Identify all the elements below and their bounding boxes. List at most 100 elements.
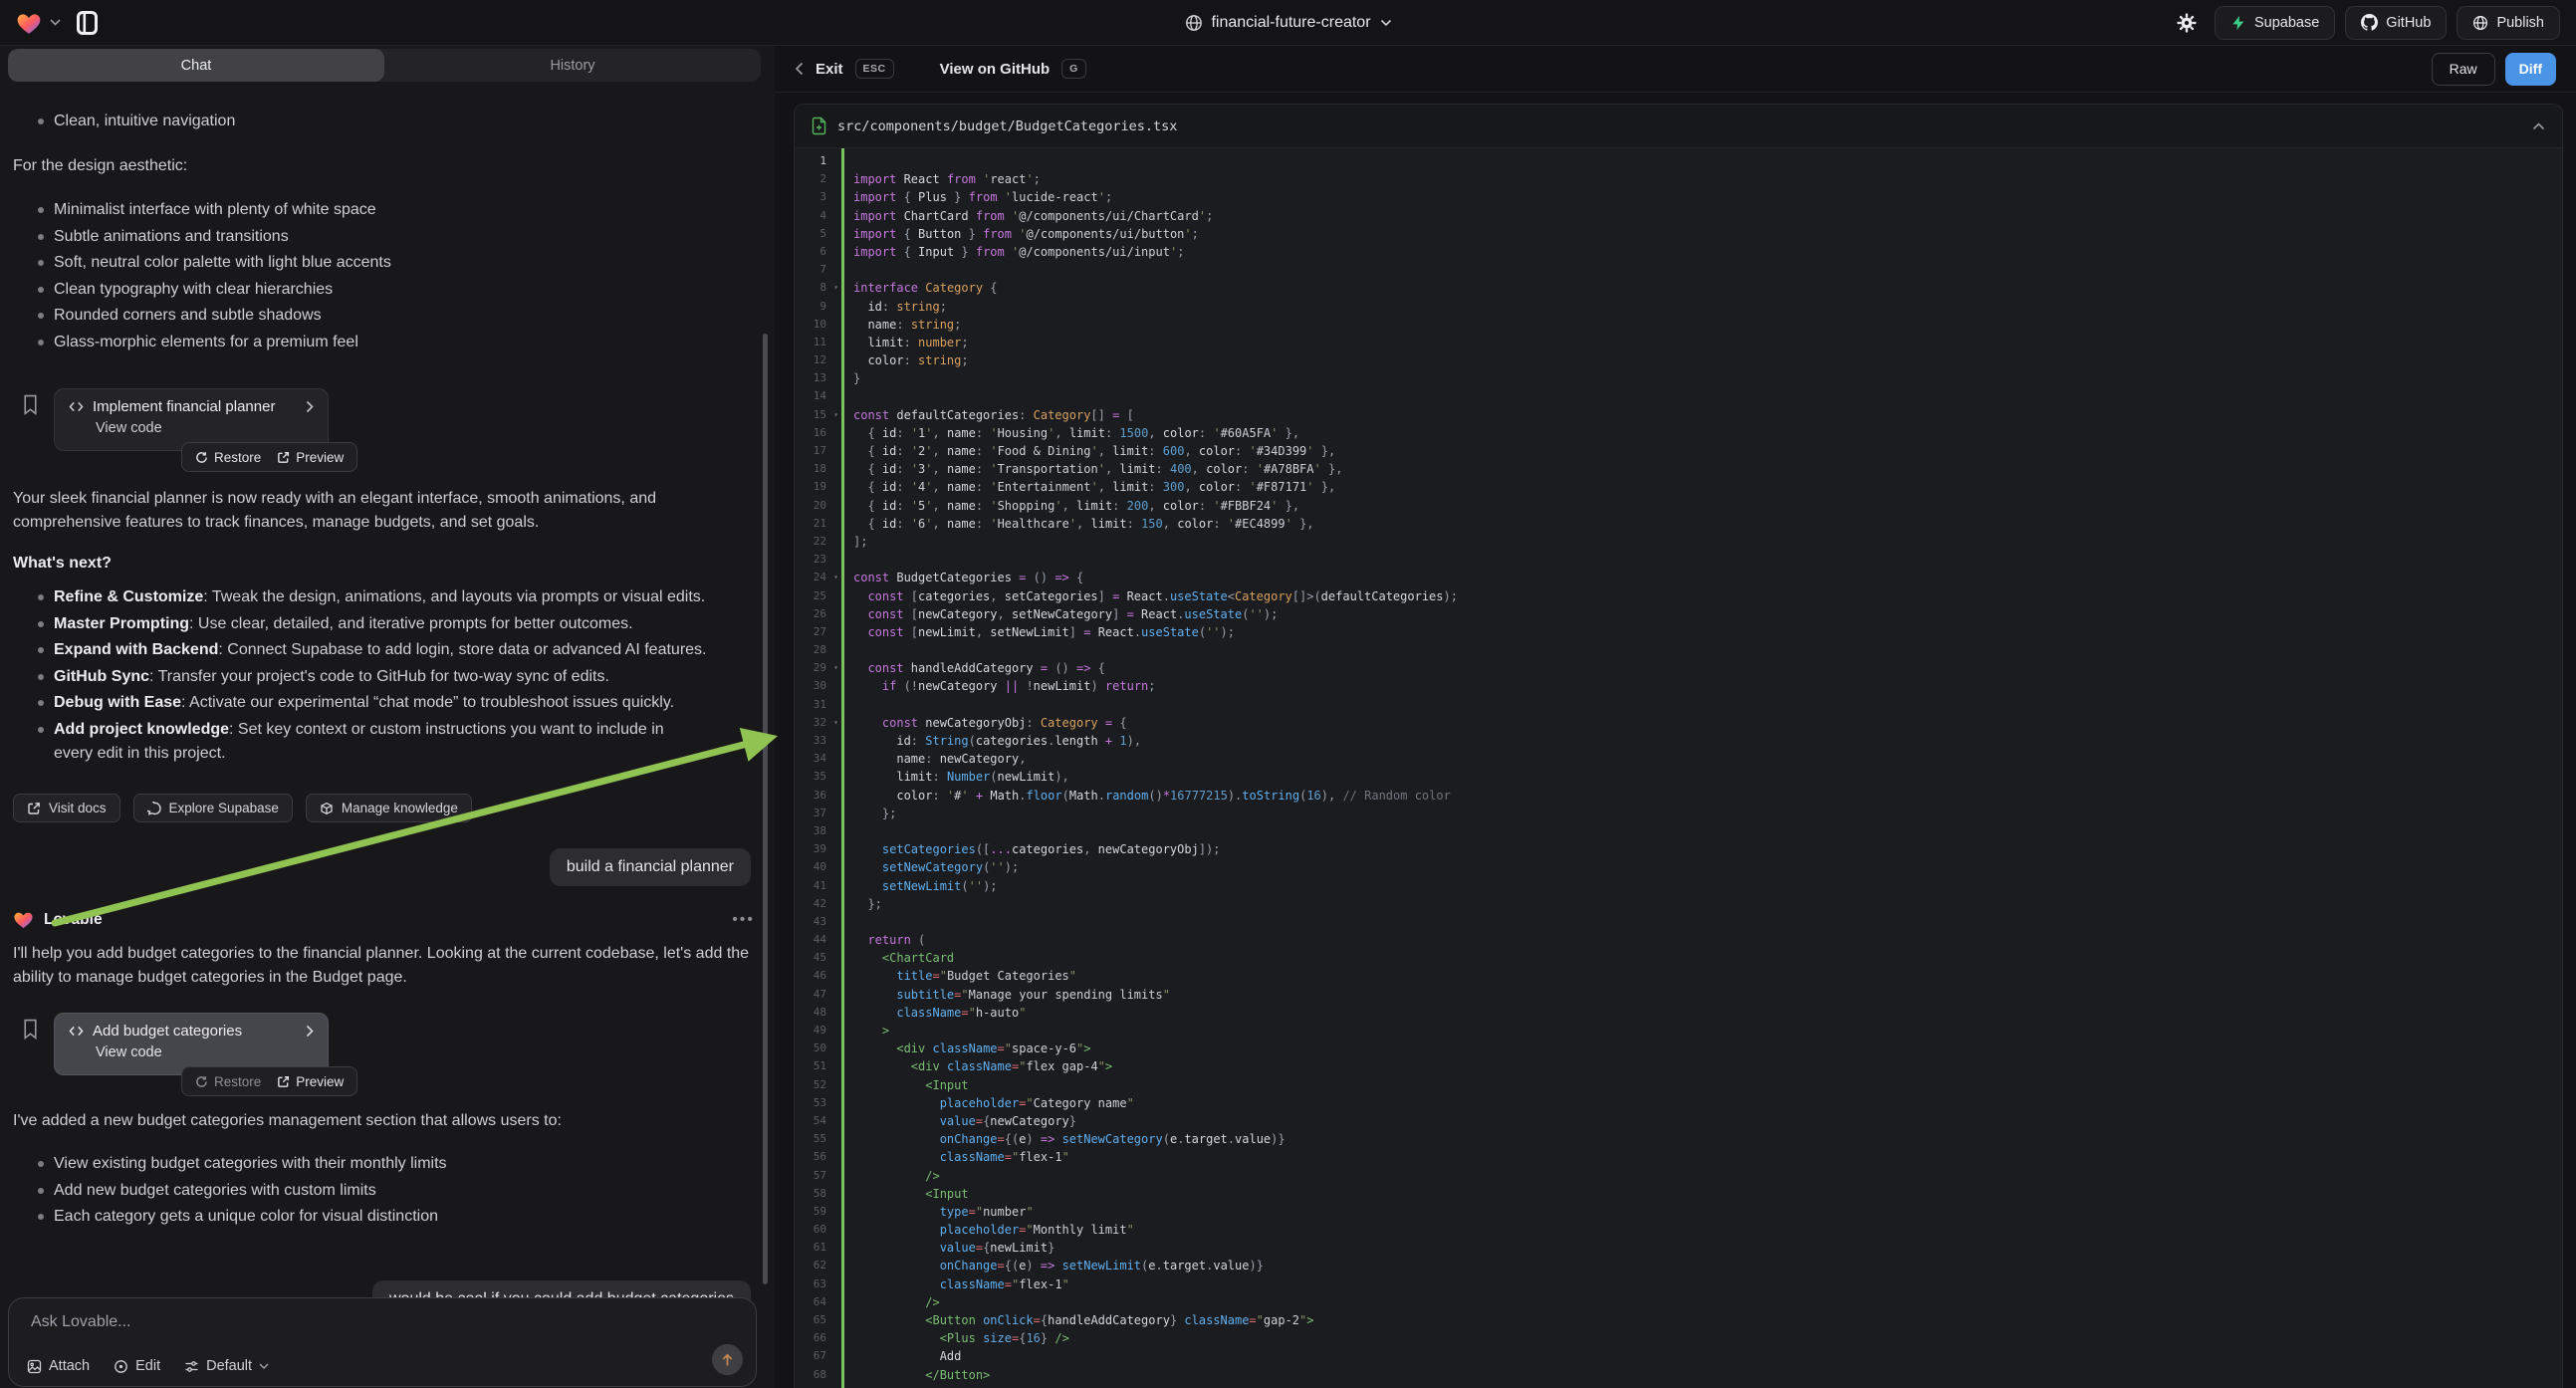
code-line: 24▾const BudgetCategories = () => { [795,569,2562,586]
send-button[interactable] [712,1344,743,1375]
code-scroll-area[interactable]: 12import React from 'react';3import { Pl… [795,148,2562,1388]
bookmark-icon[interactable] [22,1019,39,1040]
list-item: Glass-morphic elements for a premium fee… [0,331,745,354]
image-icon [27,1359,42,1374]
code-line: 22]; [795,533,2562,551]
preview-button[interactable]: Preview [277,450,344,465]
tab-history-label: History [550,58,594,74]
attach-label: Attach [49,1358,90,1374]
diff-toggle-button[interactable]: Diff [2505,53,2556,86]
publish-label: Publish [2496,15,2544,31]
chat-scrollbar[interactable] [763,334,768,1284]
panel-left-icon [77,11,98,35]
code-line: 21 { id: '6', name: 'Healthcare', limit:… [795,515,2562,533]
sidebar-toggle-button[interactable] [69,5,105,41]
explore-supabase-button[interactable]: Explore Supabase [133,794,293,822]
message-menu-button[interactable]: ••• [732,911,755,929]
code-line: 37 }; [795,805,2562,822]
mode-select[interactable]: Default [184,1358,269,1374]
code-line: 7 [795,261,2562,279]
code-line: 40 setNewCategory(''); [795,858,2562,876]
manage-knowledge-button[interactable]: Manage knowledge [306,794,472,822]
tab-chat[interactable]: Chat [8,49,384,82]
code-toolbar-left: Exit ESC View on GitHub G [795,59,1086,79]
chevron-up-icon[interactable] [2532,122,2545,130]
restore-button[interactable]: Restore [195,1074,261,1089]
version-actions-pill: Restore Preview [181,442,357,472]
code-line: 63 className="flex-1" [795,1275,2562,1293]
preview-label: Preview [296,1074,344,1089]
code-line: 55 onChange={(e) => setNewCategory(e.tar… [795,1130,2562,1148]
file-path: src/components/budget/BudgetCategories.t… [837,118,1177,134]
code-icon [69,1025,84,1038]
chevron-right-icon [306,400,314,413]
tab-history[interactable]: History [384,49,761,82]
composer-input[interactable]: Ask Lovable... [31,1313,131,1331]
mode-label: Default [206,1358,252,1374]
sliders-icon [184,1359,199,1374]
restore-button[interactable]: Restore [195,450,261,465]
chevron-down-icon [1380,19,1392,27]
github-button[interactable]: GitHub [2345,6,2447,40]
code-line: 16 { id: '1', name: 'Housing', limit: 15… [795,424,2562,442]
code-line: 48 className="h-auto" [795,1004,2562,1022]
diff-added-gutter [841,148,844,1388]
topbar-left [0,5,105,41]
lovable-logo-heart-icon[interactable] [16,11,42,35]
view-code-link[interactable]: View code [55,1040,328,1060]
publish-button[interactable]: Publish [2457,6,2560,40]
code-line: 3import { Plus } from 'lucide-react'; [795,188,2562,206]
view-on-github-button[interactable]: View on GitHub [940,61,1051,78]
list-item: GitHub Sync: Transfer your project's cod… [0,665,745,689]
ready-paragraph: Your sleek financial planner is now read… [13,487,748,535]
code-line: 18 { id: '3', name: 'Transportation', li… [795,460,2562,478]
chevron-down-icon [259,1363,269,1369]
file-header[interactable]: src/components/budget/BudgetCategories.t… [795,105,2562,148]
exit-button[interactable]: Exit [816,61,843,78]
reply-intro-paragraph: I'll help you add budget categories to t… [13,942,758,990]
code-line: 66 <Plus size={16} /> [795,1329,2562,1347]
code-line: 1 [795,152,2562,170]
code-line: 32▾ const newCategoryObj: Category = { [795,714,2562,732]
code-line: 60 placeholder="Monthly limit" [795,1221,2562,1239]
assistant-name: Lovable [44,911,103,929]
code-line: 28 [795,641,2562,659]
code-line: 67 Add [795,1347,2562,1365]
settings-button[interactable] [2169,5,2205,41]
code-line: 38 [795,822,2562,840]
code-line: 36 color: '#' + Math.floor(Math.random()… [795,787,2562,805]
code-line: 52 <Input [795,1076,2562,1094]
list-item: Minimalist interface with plenty of whit… [0,198,745,222]
package-icon [320,802,334,815]
restore-label: Restore [214,1074,261,1089]
chevron-right-icon [306,1025,314,1038]
visit-docs-button[interactable]: Visit docs [13,794,120,822]
bookmark-icon[interactable] [22,394,39,415]
target-icon [114,1359,128,1374]
code-line: 53 placeholder="Category name" [795,1094,2562,1112]
supabase-button[interactable]: Supabase [2215,6,2335,40]
preview-button[interactable]: Preview [277,1074,344,1089]
edit-button[interactable]: Edit [114,1358,160,1374]
code-line: 39 setCategories([...categories, newCate… [795,840,2562,858]
project-switcher[interactable]: financial-future-creator [1184,14,1391,32]
code-line: 27 const [newLimit, setNewLimit] = React… [795,623,2562,641]
code-line: 26 const [newCategory, setNewCategory] =… [795,605,2562,623]
list-item: Debug with Ease: Activate our experiment… [0,691,745,715]
added-bullet-list: View existing budget categories with the… [0,1152,745,1232]
chat-history-tabs: Chat History [8,49,761,82]
code-line: 64 /> [795,1293,2562,1311]
code-line: 43 [795,913,2562,931]
list-item: Refine & Customize: Tweak the design, an… [0,585,745,609]
chevron-left-icon[interactable] [795,62,804,76]
version-actions-pill: Restore Preview [181,1066,357,1096]
code-line: 51 <div className="flex gap-4"> [795,1057,2562,1075]
attach-button[interactable]: Attach [27,1358,90,1374]
chevron-down-icon[interactable] [50,19,61,26]
raw-toggle-button[interactable]: Raw [2432,53,2495,86]
code-line: 46 title="Budget Categories" [795,967,2562,985]
chat-message-list[interactable]: Clean, intuitive navigation For the desi… [0,86,775,1388]
composer[interactable]: Ask Lovable... Attach Edit Default [8,1297,757,1387]
code-line: 35 limit: Number(newLimit), [795,768,2562,786]
view-code-link[interactable]: View code [55,415,328,436]
